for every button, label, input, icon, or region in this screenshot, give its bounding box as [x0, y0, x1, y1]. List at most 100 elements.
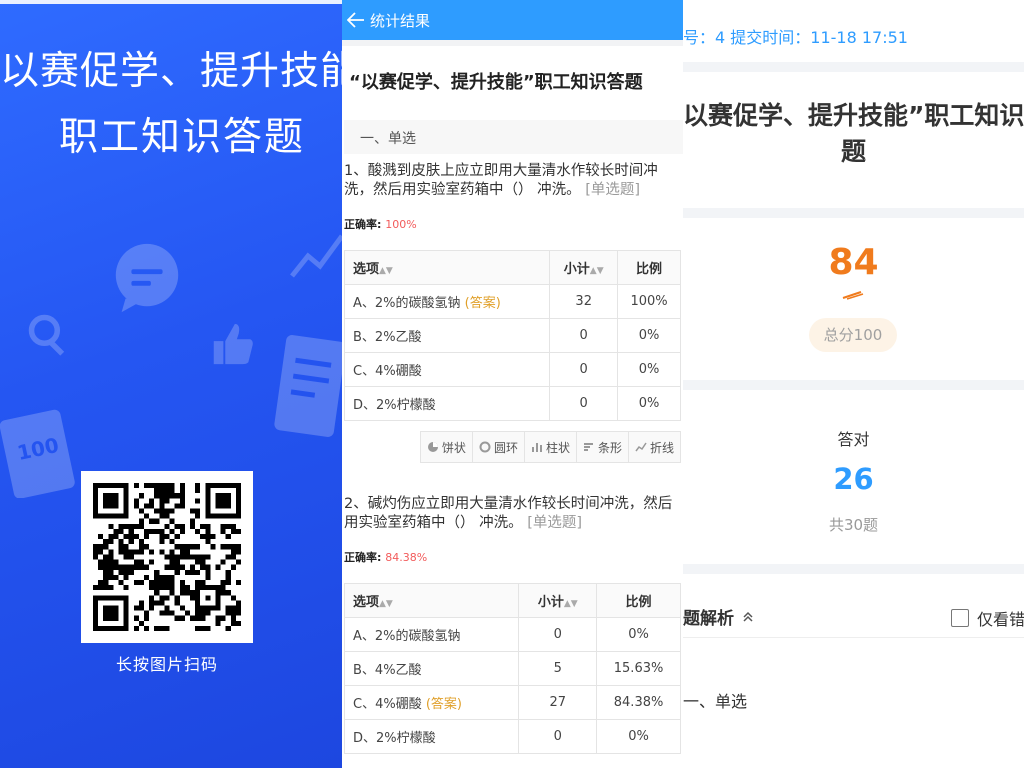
magnifier-icon	[28, 314, 65, 356]
correct-rate: 正确率: 100%	[342, 200, 683, 232]
pie-chart-icon	[427, 442, 438, 452]
option-label: A、2%的碳酸氢钠	[353, 296, 461, 311]
sort-icon: ▲▼	[589, 266, 604, 276]
qr-code[interactable]	[81, 471, 253, 643]
option-label: D、2%柠檬酸	[353, 731, 436, 746]
stats-header: 统计结果	[342, 0, 683, 40]
chart-tab[interactable]: 条形	[576, 431, 629, 463]
table-row: D、2%柠檬酸 0 0%	[343, 386, 681, 421]
option-cell: A、2%的碳酸氢钠 (答案)	[343, 284, 551, 319]
chart-tab-label: 柱状	[545, 440, 570, 455]
option-count: 0	[518, 719, 598, 754]
chart-tab-label: 折线	[649, 440, 674, 455]
correct-count: 26	[833, 462, 874, 496]
col-ratio: 比例	[617, 250, 681, 285]
analysis-section-label: 一、单选	[683, 692, 748, 711]
stats-panel: 统计结果 “以赛促学、提升技能”职工知识答题 一、单选 1、酸溅到皮肤上应立即用…	[342, 0, 683, 768]
option-ratio: 15.63%	[596, 651, 681, 686]
band-divider	[683, 380, 1024, 390]
score-title-line2: 题	[840, 137, 866, 166]
line-chart-icon	[635, 442, 647, 452]
option-count: 0	[518, 617, 598, 652]
chart-tab-label: 条形	[597, 440, 622, 455]
only-wrong-toggle[interactable]: 仅看错	[951, 606, 1024, 630]
option-ratio: 0%	[617, 352, 681, 387]
question-text: 2、碱灼伤应立即用大量清水作较长时间冲洗，然后用实验室药箱中（） 冲洗。 [单选…	[342, 487, 683, 533]
option-ratio: 0%	[617, 386, 681, 421]
thumbs-up-icon	[213, 323, 253, 365]
option-count: 27	[518, 685, 598, 720]
option-count: 5	[518, 651, 598, 686]
score-value: 84	[828, 242, 879, 283]
divider	[683, 637, 1024, 638]
col-option-label: 选项	[353, 595, 380, 610]
col-option[interactable]: 选项▲▼	[343, 583, 520, 618]
question-block: 1、酸溅到皮肤上应立即用大量清水作较长时间冲洗，然后用实验室药箱中（） 冲洗。 …	[342, 154, 683, 463]
chart-tab-label: 圆环	[493, 440, 518, 455]
col-ratio: 比例	[596, 583, 681, 618]
answer-tag: (答案)	[425, 697, 462, 712]
chart-tab[interactable]: 折线	[628, 431, 681, 463]
poster-top-edge	[0, 0, 342, 4]
bar-chart-icon	[531, 443, 542, 452]
back-arrow-icon[interactable]	[342, 0, 370, 40]
option-cell: A、2%的碳酸氢钠	[343, 617, 520, 652]
option-ratio: 0%	[596, 617, 681, 652]
chart-type-tabs: 饼状 圆环 柱状 条形 折线	[342, 431, 681, 463]
chart-tab[interactable]: 圆环	[472, 431, 525, 463]
col-ratio-label: 比例	[625, 595, 652, 610]
table-row: A、2%的碳酸氢钠 0 0%	[343, 617, 681, 652]
option-ratio: 100%	[617, 284, 681, 319]
col-count-label: 小计	[537, 595, 564, 610]
sort-icon: ▲▼	[379, 599, 393, 609]
option-label: A、2%的碳酸氢钠	[353, 629, 461, 644]
stats-header-title: 统计结果	[370, 11, 431, 30]
analysis-toggle[interactable]: 题解析	[683, 604, 754, 629]
col-option[interactable]: 选项▲▼	[343, 250, 551, 285]
table-row: C、4%硼酸 (答案) 27 84.38%	[343, 685, 681, 720]
col-count-label: 小计	[563, 262, 590, 277]
band-divider	[683, 208, 1024, 218]
option-count: 0	[549, 352, 619, 387]
analysis-label: 题解析	[683, 609, 734, 629]
score-panel: 号：4 提交时间：11-18 17:51 以赛促学、提升技能”职工知识答 题 8…	[683, 0, 1024, 768]
option-count: 32	[549, 284, 619, 319]
chart-tab[interactable]: 饼状	[419, 431, 473, 463]
score-underline-icon	[842, 291, 864, 300]
option-count: 0	[549, 386, 619, 421]
sort-icon: ▲▼	[379, 266, 393, 276]
option-label: B、4%乙酸	[353, 663, 422, 678]
document-icon	[274, 335, 342, 437]
band-divider	[683, 564, 1024, 574]
table-header: 选项▲▼ 小计▲▼ 比例	[343, 250, 681, 285]
chart-tab-label: 饼状	[441, 440, 466, 455]
total-score-badge: 总分100	[809, 318, 897, 352]
horizontal-bar-icon	[583, 443, 593, 451]
option-cell: C、4%硼酸 (答案)	[343, 685, 520, 720]
score-title-line1: 以赛促学、提升技能”职工知识答	[683, 101, 1024, 130]
chart-tab[interactable]: 柱状	[524, 431, 577, 463]
survey-title: “以赛促学、提升技能”职工知识答题	[349, 72, 643, 93]
chart-line-icon	[290, 234, 342, 278]
option-cell: B、2%乙酸	[343, 318, 551, 353]
option-cell: D、2%柠檬酸	[343, 386, 551, 421]
col-count[interactable]: 小计▲▼	[518, 583, 598, 618]
table-row: A、2%的碳酸氢钠 (答案) 32 100%	[343, 284, 681, 319]
poster-title-line1: 以赛促学、提升技能	[0, 49, 342, 94]
table-row: D、2%柠檬酸 0 0%	[343, 719, 681, 754]
option-label: B、2%乙酸	[353, 330, 422, 345]
option-label: C、4%硼酸	[353, 697, 422, 712]
poster-panel: 100 以赛促学、提升技能 职工知识答题 长按图片扫码	[0, 0, 342, 768]
col-ratio-label: 比例	[636, 262, 663, 277]
question-list: 1、酸溅到皮肤上应立即用大量清水作较长时间冲洗，然后用实验室药箱中（） 冲洗。 …	[342, 154, 683, 754]
total-questions: 共30题	[828, 516, 879, 534]
correct-rate-label: 正确率:	[344, 218, 382, 231]
correct-label: 答对	[837, 430, 870, 449]
poster-title-line2: 职工知识答题	[58, 115, 305, 160]
only-wrong-checkbox[interactable]	[951, 609, 969, 627]
question-type: [单选题]	[585, 182, 641, 198]
col-count[interactable]: 小计▲▼	[549, 250, 619, 285]
question-type: [单选题]	[527, 515, 583, 531]
question-text: 1、酸溅到皮肤上应立即用大量清水作较长时间冲洗，然后用实验室药箱中（） 冲洗。 …	[342, 154, 683, 200]
question-stem: 2、碱灼伤应立即用大量清水作较长时间冲洗，然后用实验室药箱中（） 冲洗。	[344, 496, 673, 531]
